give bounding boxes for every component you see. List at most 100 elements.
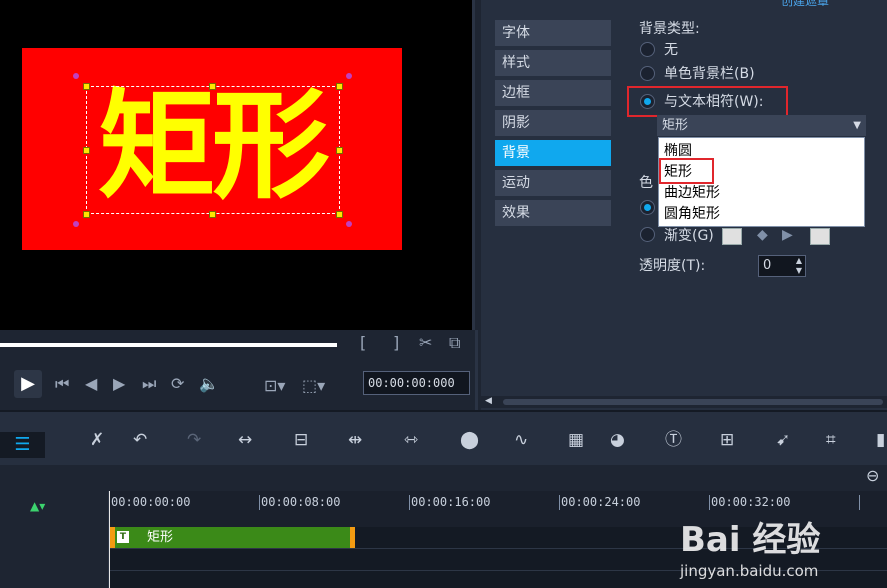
redo-icon[interactable]: ↷ bbox=[187, 430, 201, 450]
resize-handle-mr[interactable] bbox=[336, 147, 343, 154]
mask-icon[interactable]: ◕ bbox=[610, 430, 625, 450]
project-mode-icon[interactable]: ⬚▾ bbox=[302, 376, 325, 396]
end-icon[interactable]: ⏭ bbox=[142, 374, 156, 394]
resize-handle-ml[interactable] bbox=[83, 147, 90, 154]
home-icon[interactable]: ⏮ bbox=[55, 374, 69, 394]
scroll-left-icon[interactable]: ◀ bbox=[485, 396, 492, 406]
next-frame-icon[interactable]: ▶ bbox=[113, 374, 125, 394]
tools-icon[interactable]: ✗ bbox=[90, 430, 104, 450]
track-header: ▲▾ bbox=[0, 491, 109, 588]
fit-window-icon[interactable]: ⊟ bbox=[294, 430, 308, 450]
option-rounded-rectangle[interactable]: 圆角矩形 bbox=[664, 204, 720, 224]
radio-none-label[interactable]: 无 bbox=[664, 40, 678, 60]
zoom-row: ⊖ bbox=[0, 465, 887, 491]
opacity-stepper[interactable]: 0 ▲ ▼ bbox=[758, 255, 806, 277]
zoom-out-icon[interactable]: ⊖ bbox=[866, 466, 879, 485]
prev-frame-icon[interactable]: ◀ bbox=[85, 374, 97, 394]
title-clip-icon: T bbox=[117, 531, 129, 543]
split-screen-icon[interactable]: ⊞ bbox=[720, 430, 734, 450]
ruler-tick bbox=[559, 495, 560, 510]
copy-icon[interactable]: ⧉ bbox=[449, 333, 460, 353]
resize-handle-bl[interactable] bbox=[83, 211, 90, 218]
title-selection-box[interactable] bbox=[86, 86, 340, 214]
record-icon[interactable]: ⬤ bbox=[460, 430, 479, 450]
mask-link[interactable]: 创建遮罩 bbox=[781, 0, 829, 9]
rotate-handle-bl[interactable] bbox=[73, 221, 79, 227]
radio-fit-text-label[interactable]: 与文本相符(W): bbox=[664, 92, 763, 112]
filmstrip-icon[interactable]: ▦ bbox=[568, 430, 584, 450]
rotate-handle-br[interactable] bbox=[346, 221, 352, 227]
more-icon[interactable]: ▮ bbox=[876, 430, 885, 450]
tab-effect[interactable]: 效果 bbox=[495, 200, 611, 226]
radio-single-color-label[interactable]: 单色背景栏(B) bbox=[664, 64, 755, 84]
split-icon[interactable]: ⇹ bbox=[348, 430, 362, 450]
shape-dropdown-value: 矩形 bbox=[662, 118, 689, 133]
timeline-toolbar: ☰ ✗ ↶ ↷ ↔ ⊟ ⇹ ⇿ ⬤ ∿ ▦ ◕ Ⓣ ⊞ ➹ ⌗ ▮ bbox=[0, 410, 887, 465]
rotate-handle-tl[interactable] bbox=[73, 73, 79, 79]
tab-style[interactable]: 样式 bbox=[495, 50, 611, 76]
play-button[interactable]: ▶ bbox=[14, 370, 42, 398]
title-icon[interactable]: Ⓣ bbox=[665, 430, 682, 450]
watermark-logo: Bai 经验 bbox=[680, 520, 821, 560]
video-editor-window: 矩形 [ ] ✂ ⧉ ▶ ⏮ ◀ ▶ ⏭ ⟳ 🔈 ⊡▾ ⬚▾ 00:00:00:… bbox=[0, 0, 887, 588]
ruler-label: 00:00:00:00 bbox=[111, 495, 191, 509]
chevron-down-icon: ▼ bbox=[853, 120, 861, 131]
motion-tracking-icon[interactable]: ➹ bbox=[776, 430, 790, 450]
mark-in-icon[interactable]: [ bbox=[360, 333, 366, 353]
options-panel: 创建遮罩 字体 样式 边框 阴影 背景 运动 效果 背景类型: 无 单色背景栏(… bbox=[481, 0, 887, 410]
radio-solid-color[interactable] bbox=[640, 200, 655, 215]
title-clip[interactable]: T 矩形 bbox=[110, 527, 355, 548]
resize-handle-tm[interactable] bbox=[209, 83, 216, 90]
radio-single-color[interactable] bbox=[640, 66, 655, 81]
baidu-watermark: Bai 经验 jingyan.baidu.com bbox=[676, 512, 881, 588]
background-type-label: 背景类型: bbox=[639, 21, 700, 37]
rotate-handle-tr[interactable] bbox=[346, 73, 352, 79]
crop-icon[interactable]: ⌗ bbox=[826, 430, 836, 450]
tab-background[interactable]: 背景 bbox=[495, 140, 611, 166]
trim-icon[interactable]: ⇿ bbox=[404, 430, 418, 450]
audio-wave-icon[interactable]: ∿ bbox=[514, 430, 528, 450]
color-label: 色 bbox=[639, 175, 653, 191]
preview-window[interactable]: 矩形 bbox=[0, 0, 475, 330]
option-curved-rectangle[interactable]: 曲边矩形 bbox=[664, 183, 720, 203]
tab-font[interactable]: 字体 bbox=[495, 20, 611, 46]
ruler-tick bbox=[409, 495, 410, 510]
radio-none[interactable] bbox=[640, 42, 655, 57]
aspect-ratio-icon[interactable]: ⊡▾ bbox=[264, 376, 285, 396]
opacity-label: 透明度(T): bbox=[639, 258, 706, 274]
volume-icon[interactable]: 🔈 bbox=[199, 374, 219, 394]
radio-gradient[interactable] bbox=[640, 227, 655, 242]
stepper-arrows-icon[interactable]: ▲ ▼ bbox=[796, 256, 802, 276]
arrow-right-icon[interactable]: ▶ bbox=[782, 225, 793, 245]
add-track-icon[interactable]: ▲▾ bbox=[30, 499, 45, 513]
gradient-end-swatch[interactable] bbox=[810, 228, 830, 245]
repeat-icon[interactable]: ⟳ bbox=[171, 374, 184, 394]
gradient-start-swatch[interactable] bbox=[722, 228, 742, 245]
transport-controls: [ ] ✂ ⧉ ▶ ⏮ ◀ ▶ ⏭ ⟳ 🔈 ⊡▾ ⬚▾ 00:00:00:000 bbox=[0, 330, 478, 410]
resize-handle-bm[interactable] bbox=[209, 211, 216, 218]
ruler-label: 00:00:16:00 bbox=[411, 495, 491, 509]
timecode-field[interactable]: 00:00:00:000 bbox=[363, 371, 470, 395]
tab-motion[interactable]: 运动 bbox=[495, 170, 611, 196]
radio-gradient-label[interactable]: 渐变(G) bbox=[664, 226, 714, 246]
shape-dropdown[interactable]: 矩形 ▼ bbox=[657, 115, 866, 136]
ruler-label: 00:00:24:00 bbox=[561, 495, 641, 509]
playhead[interactable] bbox=[109, 491, 110, 588]
arrow-down-icon[interactable]: ◆ bbox=[757, 225, 768, 245]
cut-icon[interactable]: ✂ bbox=[419, 333, 432, 353]
ruler-tick bbox=[259, 495, 260, 510]
undo-icon[interactable]: ↶ bbox=[133, 430, 147, 450]
resize-handle-br[interactable] bbox=[336, 211, 343, 218]
scrollbar-thumb[interactable] bbox=[503, 399, 883, 405]
scrub-bar[interactable] bbox=[0, 343, 337, 347]
resize-handle-tl[interactable] bbox=[83, 83, 90, 90]
tab-shadow[interactable]: 阴影 bbox=[495, 110, 611, 136]
tab-border[interactable]: 边框 bbox=[495, 80, 611, 106]
mark-out-icon[interactable]: ] bbox=[393, 333, 399, 353]
ruler-tick bbox=[859, 495, 860, 510]
options-scrollbar[interactable]: ◀ bbox=[481, 396, 887, 408]
resize-handle-tr[interactable] bbox=[336, 83, 343, 90]
timeline-view-icon[interactable]: ☰ bbox=[0, 432, 45, 458]
fit-timeline-icon[interactable]: ↔ bbox=[238, 430, 252, 450]
radio-fit-text[interactable] bbox=[640, 94, 655, 109]
